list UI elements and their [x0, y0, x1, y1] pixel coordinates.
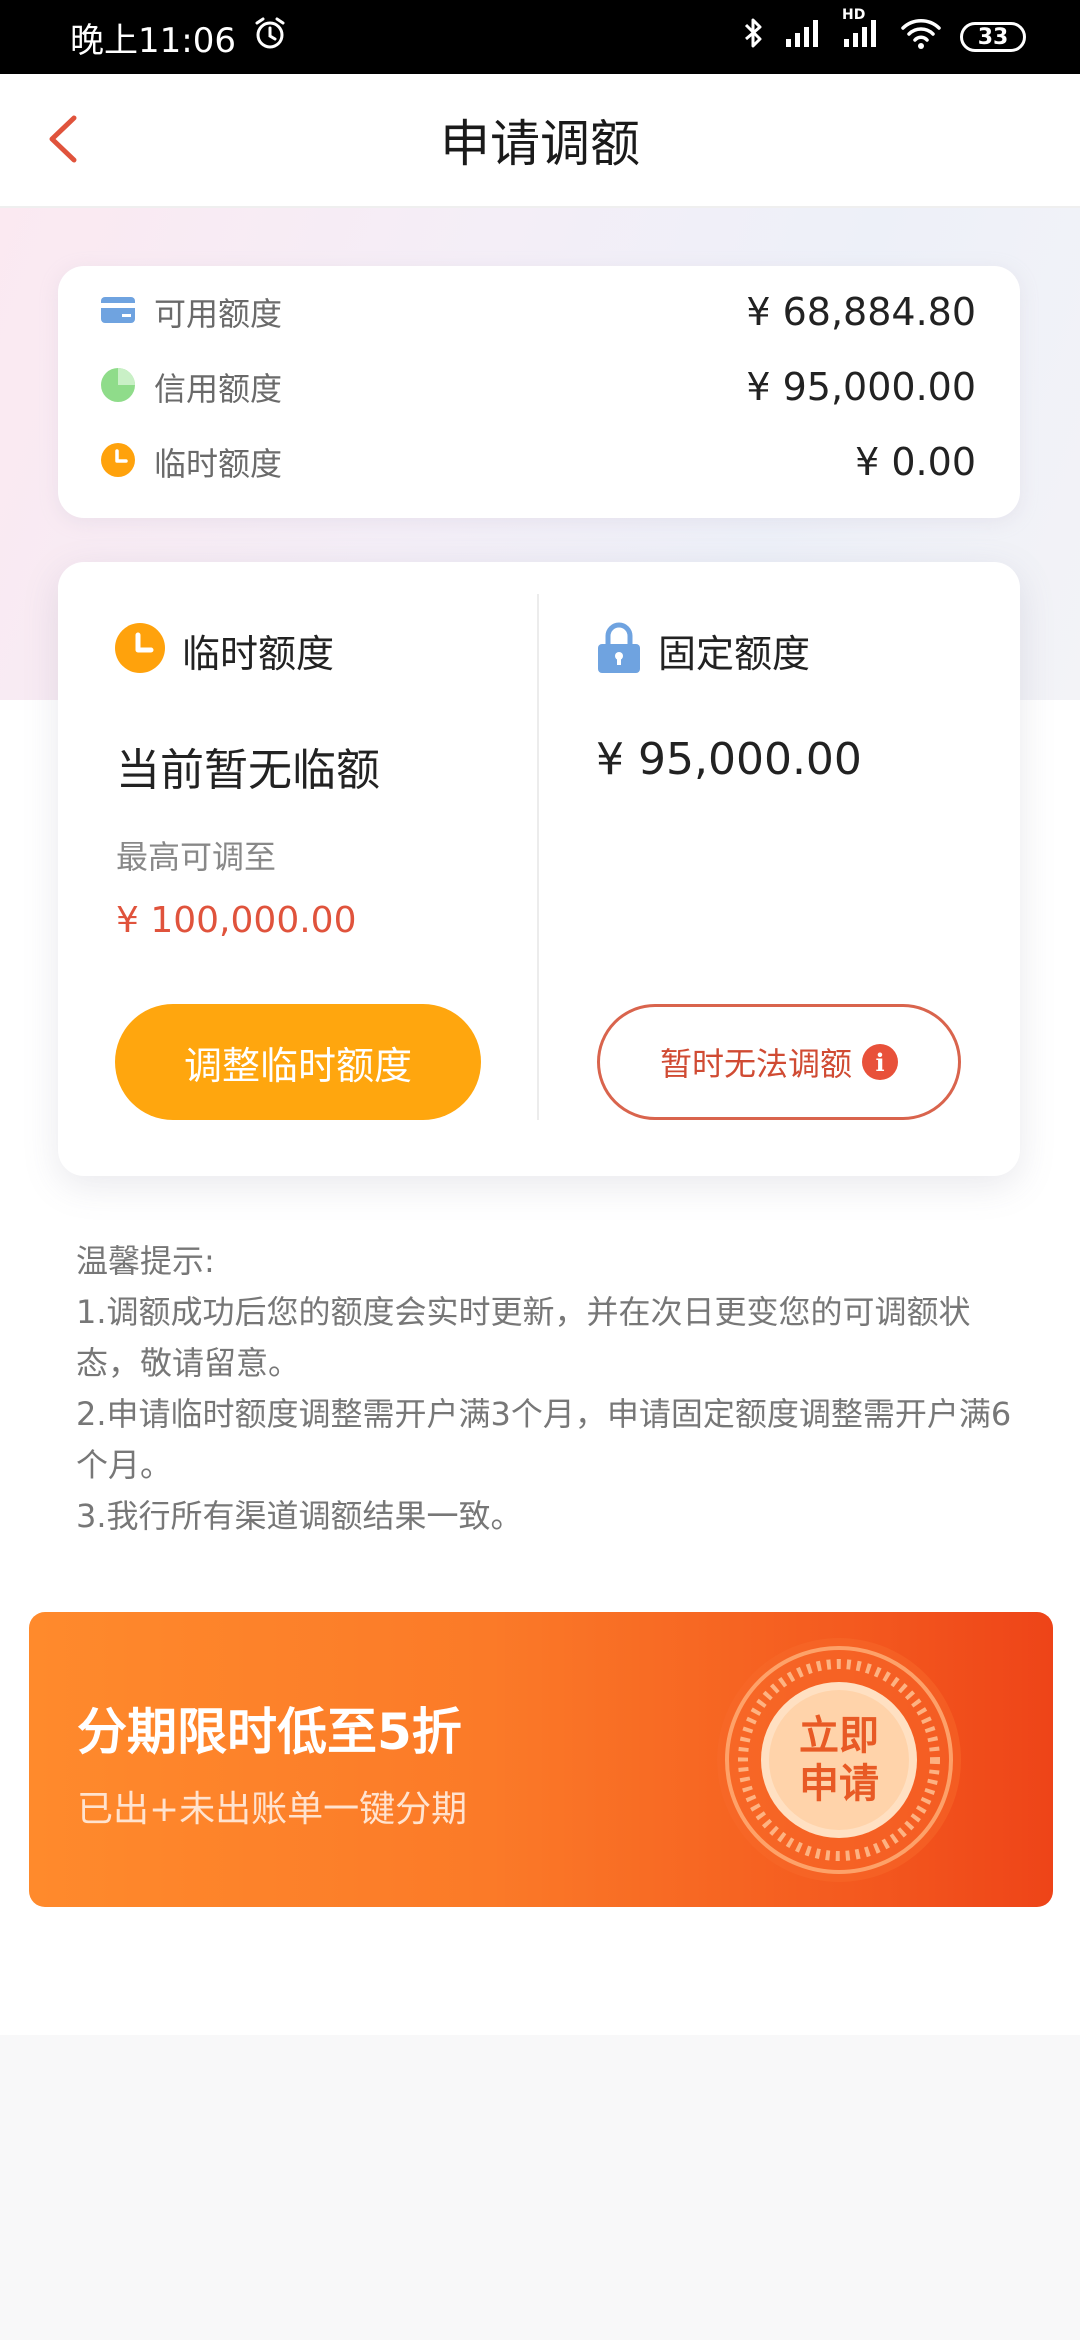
info-icon[interactable]: i [862, 1044, 898, 1080]
clock-icon [114, 622, 166, 678]
clock-icon [100, 442, 136, 482]
signal-icon [784, 17, 824, 57]
banner-title: 分期限时低至5折 [77, 1703, 462, 1761]
status-bar: 晚上11:06 HD 33 [0, 0, 1080, 74]
apply-now-button[interactable]: 立即 申请 [713, 1634, 965, 1886]
column-divider [537, 594, 539, 1120]
battery-indicator: 33 [960, 22, 1026, 52]
quota-summary-card: 可用额度 ¥ 68,884.80 信用额度 ¥ 95,000.00 临时额度 ¥… [58, 266, 1020, 518]
fixed-quota-heading: 固定额度 [596, 622, 810, 678]
alarm-icon [252, 15, 288, 60]
summary-value: ¥ 95,000.00 [746, 364, 976, 409]
banner-subtitle: 已出+未出账单一键分期 [77, 1789, 468, 1830]
temp-quota-status: 当前暂无临额 [116, 745, 380, 796]
fixed-quota-value: ¥ 95,000.00 [596, 734, 862, 785]
cta-line: 申请 [799, 1761, 879, 1807]
max-adjustable-value: ¥ 100,000.00 [116, 900, 357, 941]
page-title: 申请调额 [440, 115, 640, 173]
summary-value: ¥ 68,884.80 [746, 289, 976, 334]
pie-icon [100, 367, 136, 407]
summary-row-credit: 信用额度 ¥ 95,000.00 [100, 349, 976, 424]
installment-promo-banner[interactable]: 分期限时低至5折 已出+未出账单一键分期 立即 申请 [29, 1612, 1053, 1907]
adjust-quota-card: 临时额度 当前暂无临额 最高可调至 ¥ 100,000.00 调整临时额度 固定… [58, 562, 1020, 1176]
summary-row-temporary: 临时额度 ¥ 0.00 [100, 424, 976, 499]
summary-label: 信用额度 [154, 369, 283, 408]
lock-icon [596, 622, 642, 678]
tips-line: 2.申请临时额度调整需开户满3个月，申请固定额度调整需开户满6个月。 [76, 1395, 1012, 1484]
bluetooth-icon [742, 15, 766, 59]
wifi-icon [900, 16, 942, 58]
max-adjustable-label: 最高可调至 [116, 838, 277, 876]
tips-title: 温馨提示: [76, 1242, 215, 1280]
tips-section: 温馨提示: 1.调额成功后您的额度会实时更新，并在次日更变您的可调额状态，敬请留… [76, 1236, 1016, 1542]
chevron-left-icon [46, 114, 80, 168]
status-time: 晚上11:06 [70, 20, 236, 61]
adjust-temp-quota-button[interactable]: 调整临时额度 [115, 1004, 481, 1120]
tips-line: 1.调额成功后您的额度会实时更新，并在次日更变您的可调额状态，敬请留意。 [76, 1293, 971, 1382]
tips-line: 3.我行所有渠道调额结果一致。 [76, 1497, 523, 1535]
summary-label: 临时额度 [154, 444, 283, 483]
back-button[interactable] [28, 104, 98, 178]
nav-bar: 申请调额 [0, 74, 1080, 208]
cta-line: 立即 [799, 1713, 879, 1759]
summary-label: 可用额度 [154, 294, 283, 333]
summary-row-available: 可用额度 ¥ 68,884.80 [100, 274, 976, 349]
summary-value: ¥ 0.00 [855, 439, 976, 484]
cannot-adjust-button[interactable]: 暂时无法调额 i [597, 1004, 961, 1120]
signal-hd-icon: HD [842, 7, 882, 57]
card-icon [100, 296, 136, 328]
temp-quota-heading: 临时额度 [114, 622, 334, 678]
